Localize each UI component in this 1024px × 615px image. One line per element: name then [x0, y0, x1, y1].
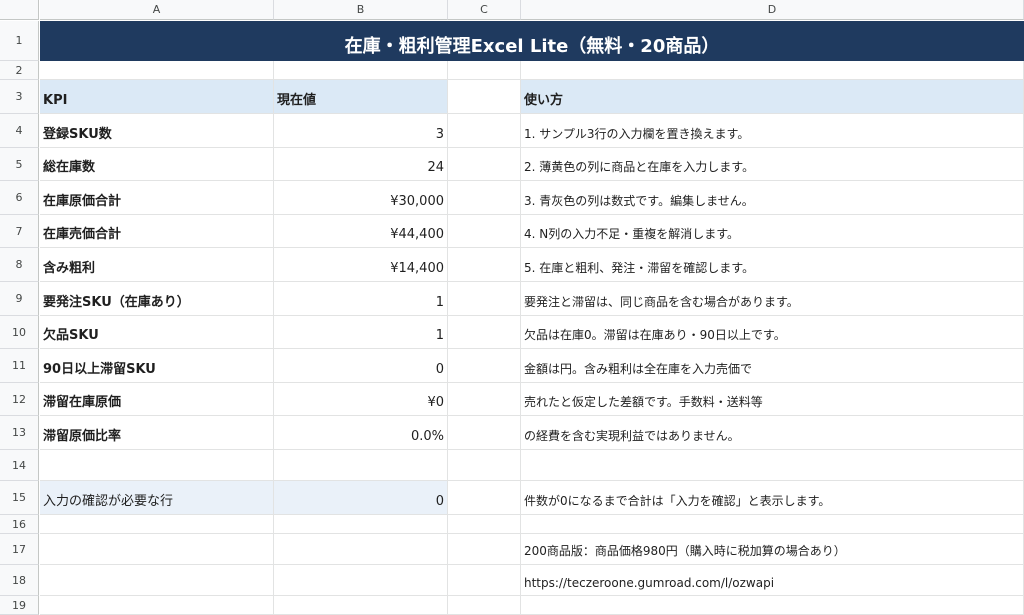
kpi-value[interactable]: ¥30,000 — [274, 181, 448, 215]
usage-line[interactable]: 要発注と滞留は、同じ商品を含む場合があります。 — [521, 282, 1024, 316]
row-header-2[interactable]: 2 — [0, 61, 39, 80]
row-header-4[interactable]: 4 — [0, 114, 39, 148]
row-header-9[interactable]: 9 — [0, 282, 39, 316]
cell-b18[interactable] — [274, 565, 448, 596]
kpi-value[interactable]: ¥14,400 — [274, 248, 448, 282]
kpi-value[interactable]: 0 — [274, 349, 448, 383]
cell-c7[interactable] — [448, 215, 521, 248]
usage-line[interactable]: 売れたと仮定した差額です。手数料・送料等 — [521, 383, 1024, 416]
usage-line[interactable]: 2. 薄黄色の列に商品と在庫を入力します。 — [521, 148, 1024, 181]
cell-c18[interactable] — [448, 565, 521, 596]
kpi-value[interactable]: 0.0% — [274, 416, 448, 450]
usage-line[interactable]: 5. 在庫と粗利、発注・滞留を確認します。 — [521, 248, 1024, 282]
cell-c5[interactable] — [448, 148, 521, 181]
confirm-label[interactable]: 入力の確認が必要な行 — [40, 481, 274, 515]
cell-d19[interactable] — [521, 596, 1024, 615]
kpi-value[interactable]: ¥0 — [274, 383, 448, 416]
kpi-label[interactable]: 含み粗利 — [40, 248, 274, 282]
confirm-note[interactable]: 件数が0になるまで合計は「入力を確認」と表示します。 — [521, 481, 1024, 515]
cell-b16[interactable] — [274, 515, 448, 534]
cell-d2[interactable] — [521, 61, 1024, 80]
cell-c8[interactable] — [448, 248, 521, 282]
kpi-value[interactable]: 1 — [274, 282, 448, 316]
row-header-19[interactable]: 19 — [0, 596, 39, 615]
cell-c12[interactable] — [448, 383, 521, 416]
cell-a14[interactable] — [40, 450, 274, 481]
cell-a2[interactable] — [40, 61, 274, 80]
column-header-b[interactable]: B — [274, 0, 448, 20]
kpi-label[interactable]: 在庫売価合計 — [40, 215, 274, 248]
cell-c16[interactable] — [448, 515, 521, 534]
cell-c11[interactable] — [448, 349, 521, 383]
current-value-header[interactable]: 現在値 — [274, 80, 448, 114]
usage-header[interactable]: 使い方 — [521, 80, 1024, 114]
usage-line[interactable]: 金額は円。含み粗利は全在庫を入力売価で — [521, 349, 1024, 383]
sheet-title[interactable]: 在庫・粗利管理Excel Lite（無料・20商品） — [40, 21, 1024, 61]
usage-line[interactable]: 欠品は在庫0。滞留は在庫あり・90日以上です。 — [521, 316, 1024, 349]
cell-a18[interactable] — [40, 565, 274, 596]
cell-b14[interactable] — [274, 450, 448, 481]
kpi-label[interactable]: 在庫原価合計 — [40, 181, 274, 215]
usage-line[interactable]: の経費を含む実現利益ではありません。 — [521, 416, 1024, 450]
cell-b2[interactable] — [274, 61, 448, 80]
kpi-value[interactable]: 3 — [274, 114, 448, 148]
cell-c3[interactable] — [448, 80, 521, 114]
kpi-value[interactable]: 1 — [274, 316, 448, 349]
usage-line[interactable]: 1. サンプル3行の入力欄を置き換えます。 — [521, 114, 1024, 148]
cell-c6[interactable] — [448, 181, 521, 215]
paid-version-note[interactable]: 200商品版：商品価格980円（購入時に税加算の場合あり） — [521, 534, 1024, 565]
cell-a19[interactable] — [40, 596, 274, 615]
kpi-label[interactable]: 総在庫数 — [40, 148, 274, 181]
cell-c2[interactable] — [448, 61, 521, 80]
kpi-value[interactable]: 24 — [274, 148, 448, 181]
cell-c14[interactable] — [448, 450, 521, 481]
cell-c9[interactable] — [448, 282, 521, 316]
row-header-15[interactable]: 15 — [0, 481, 39, 515]
row-header-14[interactable]: 14 — [0, 450, 39, 481]
kpi-header[interactable]: KPI — [40, 80, 274, 114]
cell-b19[interactable] — [274, 596, 448, 615]
kpi-label[interactable]: 滞留在庫原価 — [40, 383, 274, 416]
column-header-a[interactable]: A — [40, 0, 274, 20]
kpi-label[interactable]: 登録SKU数 — [40, 114, 274, 148]
row-header-6[interactable]: 6 — [0, 181, 39, 215]
kpi-label[interactable]: 90日以上滞留SKU — [40, 349, 274, 383]
kpi-value[interactable]: ¥44,400 — [274, 215, 448, 248]
cell-c10[interactable] — [448, 316, 521, 349]
cell-c15[interactable] — [448, 481, 521, 515]
row-header-18[interactable]: 18 — [0, 565, 39, 596]
row-header-1[interactable]: 1 — [0, 21, 39, 61]
row-header-17[interactable]: 17 — [0, 534, 39, 565]
row-header-5[interactable]: 5 — [0, 148, 39, 181]
row-header-10[interactable]: 10 — [0, 316, 39, 349]
cell-c4[interactable] — [448, 114, 521, 148]
kpi-label[interactable]: 要発注SKU（在庫あり） — [40, 282, 274, 316]
cell-d16[interactable] — [521, 515, 1024, 534]
confirm-value[interactable]: 0 — [274, 481, 448, 515]
column-header-c[interactable]: C — [448, 0, 521, 20]
usage-line[interactable]: 3. 青灰色の列は数式です。編集しません。 — [521, 181, 1024, 215]
select-all-corner[interactable] — [0, 0, 39, 20]
cell-d14[interactable] — [521, 450, 1024, 481]
row-header-8[interactable]: 8 — [0, 248, 39, 282]
row-header-16[interactable]: 16 — [0, 515, 39, 534]
cell-c17[interactable] — [448, 534, 521, 565]
row-header-7[interactable]: 7 — [0, 215, 39, 248]
kpi-label[interactable]: 欠品SKU — [40, 316, 274, 349]
usage-line[interactable]: 4. N列の入力不足・重複を解消します。 — [521, 215, 1024, 248]
product-link[interactable]: https://teczeroone.gumroad.com/l/ozwapi — [521, 565, 1024, 596]
row-header-3[interactable]: 3 — [0, 80, 39, 114]
column-header-d[interactable]: D — [521, 0, 1024, 20]
row-header-11[interactable]: 11 — [0, 349, 39, 383]
row-header-13[interactable]: 13 — [0, 416, 39, 450]
cell-b17[interactable] — [274, 534, 448, 565]
cell-a16[interactable] — [40, 515, 274, 534]
kpi-label[interactable]: 滞留原価比率 — [40, 416, 274, 450]
spreadsheet: A B C D 1 2 3 4 5 6 7 8 9 10 11 12 13 14… — [0, 0, 1024, 615]
cell-c13[interactable] — [448, 416, 521, 450]
row-header-12[interactable]: 12 — [0, 383, 39, 416]
cell-a17[interactable] — [40, 534, 274, 565]
cell-c19[interactable] — [448, 596, 521, 615]
